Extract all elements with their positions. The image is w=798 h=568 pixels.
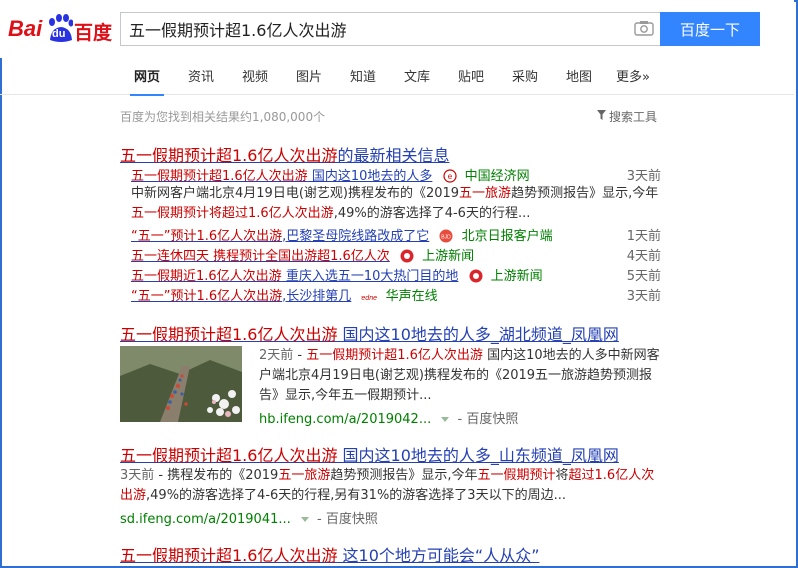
news-source: 北京日报客户端	[461, 229, 553, 244]
news-time: 3天前	[626, 289, 661, 304]
nav-tabs: 网页 资讯 视频 图片 知道 文库 贴吧 采购 地图 更多»	[0, 58, 794, 96]
search-tools-label: 搜索工具	[609, 110, 658, 124]
search-tools[interactable]: 搜索工具	[597, 108, 657, 125]
result-abstract: 3天前 - 携程发布的《2019五一旅游趋势预测报告》显示,今年五一假期预计将超…	[120, 468, 655, 503]
baidu-logo[interactable]: Bai du 百度	[8, 14, 112, 44]
source-logo-icon: e	[442, 169, 457, 183]
title-highlight: 五一假期预计超1.6亿人次出游	[120, 146, 338, 165]
news-link[interactable]: 五一连休四天 携程预计全国出游超1.6亿人次	[131, 249, 390, 264]
news-time: 5天前	[626, 269, 661, 284]
news-summary: 中新网客户端北京4月19日电(谢艺观)携程发布的《2019五一旅游趋势预测报告》…	[131, 186, 659, 221]
news-source: 中国经济网	[464, 169, 530, 184]
result-url[interactable]: hb.ifeng.com/a/2019042...	[259, 412, 431, 427]
result-title-news[interactable]: 五一假期预计超1.6亿人次出游的最新相关信息	[120, 142, 449, 166]
news-item[interactable]: 五一连休四天 携程预计全国出游超1.6亿人次 上游新闻 4天前	[131, 245, 661, 264]
camera-icon[interactable]	[634, 20, 654, 36]
svg-text:rednet: rednet	[361, 295, 377, 302]
news-source: 上游新闻	[490, 269, 543, 284]
tab-images[interactable]: 图片	[296, 66, 322, 85]
url-dropdown-icon[interactable]	[441, 417, 450, 422]
result-url-row: hb.ifeng.com/a/2019042... - 百度快照	[259, 412, 519, 427]
svg-text:e: e	[447, 172, 452, 181]
result-thumbnail[interactable]	[120, 346, 242, 422]
tab-video[interactable]: 视频	[242, 66, 268, 85]
search-button[interactable]: 百度一下	[660, 12, 760, 46]
news-item[interactable]: “五一”预计1.6亿人次出游,巴黎圣母院线路改成了它 BJD 北京日报客户端 1…	[131, 225, 661, 244]
source-logo-icon: rednet	[361, 295, 377, 302]
tab-map[interactable]: 地图	[566, 66, 592, 85]
news-link[interactable]: 五一假期近1.6亿人次出游 重庆入选五一10大热门目的地	[131, 269, 458, 284]
logo-chinese: 百度	[74, 22, 113, 44]
news-time: 3天前	[626, 169, 661, 184]
logo-bai: Bai	[8, 16, 43, 41]
source-logo-icon: BJD	[439, 229, 453, 243]
news-link[interactable]: “五一”预计1.6亿人次出游,长沙排第几	[131, 289, 351, 304]
news-source: 上游新闻	[422, 249, 475, 264]
search-input[interactable]	[129, 13, 619, 45]
result-count: 百度为您找到相关结果约1,080,000个	[120, 110, 326, 124]
result-title[interactable]: 五一假期预计超1.6亿人次出游 这10个地方可能会“人从众”	[120, 542, 539, 566]
result-title[interactable]: 五一假期预计超1.6亿人次出游 国内这10地去的人多_山东频道_凤凰网	[120, 442, 619, 466]
source-logo-icon	[400, 249, 414, 263]
news-item[interactable]: 五一假期近1.6亿人次出游 重庆入选五一10大热门目的地 上游新闻 5天前	[131, 265, 661, 284]
header: Bai du 百度 百度一下	[0, 0, 794, 58]
tab-news[interactable]: 资讯	[188, 66, 214, 85]
filter-icon	[597, 110, 606, 120]
tab-more[interactable]: 更多»	[616, 66, 650, 85]
result-url[interactable]: sd.ifeng.com/a/2019041...	[120, 512, 291, 527]
snapshot-link[interactable]: 百度快照	[466, 412, 518, 427]
tab-tieba[interactable]: 贴吧	[458, 66, 484, 85]
svg-text:BJD: BJD	[442, 235, 452, 241]
snapshot-link[interactable]: 百度快照	[326, 512, 378, 527]
result-url-row: sd.ifeng.com/a/2019041... - 百度快照	[120, 512, 378, 527]
tab-wenku[interactable]: 文库	[404, 66, 430, 85]
news-time: 1天前	[626, 229, 661, 244]
source-logo-icon	[469, 269, 483, 283]
title-rest: 的最新相关信息	[337, 146, 450, 165]
search-box	[120, 12, 660, 46]
tab-web[interactable]: 网页	[129, 66, 165, 96]
result-title[interactable]: 五一假期预计超1.6亿人次出游 国内这10地去的人多_湖北频道_凤凰网	[120, 321, 619, 345]
logo-du: du	[52, 28, 66, 40]
news-time: 4天前	[626, 249, 661, 264]
tab-zhidao[interactable]: 知道	[350, 66, 376, 85]
news-link[interactable]: 五一假期预计超1.6亿人次出游 国内这10地去的人多	[131, 169, 432, 184]
url-dropdown-icon[interactable]	[300, 517, 309, 522]
news-source: 华声在线	[385, 289, 438, 304]
tab-purchase[interactable]: 采购	[512, 66, 538, 85]
news-item[interactable]: 五一假期预计超1.6亿人次出游 国内这10地去的人多 e 中国经济网 3天前	[131, 165, 661, 184]
result-abstract: 2天前 - 五一假期预计超1.6亿人次出游 国内这10地去的人多中新网客户端北京…	[259, 348, 660, 403]
news-link[interactable]: “五一”预计1.6亿人次出游,巴黎圣母院线路改成了它	[131, 229, 429, 244]
news-item[interactable]: “五一”预计1.6亿人次出游,长沙排第几 rednet 华声在线 3天前	[131, 285, 661, 304]
